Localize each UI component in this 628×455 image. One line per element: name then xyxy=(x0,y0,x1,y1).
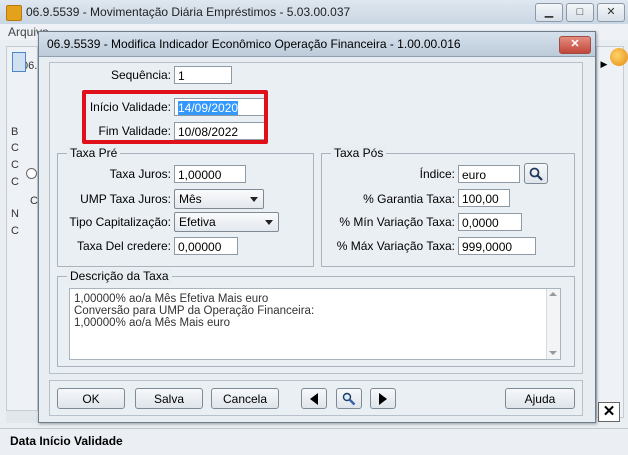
arrow-right-icon xyxy=(379,393,387,405)
garantia-taxa-field[interactable]: 100,00 xyxy=(458,189,510,207)
tipo-capitalizacao-label: Tipo Capitalização: xyxy=(69,215,171,229)
garantia-taxa-label: % Garantia Taxa: xyxy=(363,192,455,206)
max-variacao-taxa-field[interactable]: 999,0000 xyxy=(458,237,536,255)
main-window-titlebar: 06.9.5539 - Movimentação Diária Emprésti… xyxy=(0,0,628,25)
bg-radio-icon xyxy=(26,168,37,179)
taxa-pos-title: Taxa Pós xyxy=(331,146,387,160)
ok-button[interactable]: OK xyxy=(57,388,125,409)
scroll-down-icon[interactable] xyxy=(549,351,557,355)
main-window-title: 06.9.5539 - Movimentação Diária Emprésti… xyxy=(26,5,351,19)
bg-letter: C xyxy=(11,225,19,237)
bg-letter: C xyxy=(30,195,38,207)
bg-letter: C xyxy=(11,142,19,154)
ump-taxa-juros-label: UMP Taxa Juros: xyxy=(80,192,171,206)
min-variacao-taxa-label: % Mín Variação Taxa: xyxy=(339,215,455,229)
taxa-del-credere-label: Taxa Del credere: xyxy=(76,239,171,253)
bg-letter: B xyxy=(11,126,19,138)
search-icon xyxy=(529,167,543,181)
ump-taxa-juros-value: Mês xyxy=(179,192,202,206)
status-text: Data Início Validade xyxy=(10,434,123,448)
sequencia-field[interactable]: 1 xyxy=(174,66,232,84)
bg-close-x-icon[interactable]: ✕ xyxy=(598,402,620,422)
ump-taxa-juros-select[interactable]: Mês xyxy=(174,189,264,209)
app-logo-icon xyxy=(610,48,628,66)
dialog-title: 06.9.5539 - Modifica Indicador Econômico… xyxy=(47,37,461,51)
tipo-capitalizacao-select[interactable]: Efetiva xyxy=(174,212,279,232)
descricao-line: 1,00000% ao/a Mês Mais euro xyxy=(74,317,230,329)
arrow-left-icon xyxy=(310,393,318,405)
scroll-up-icon[interactable] xyxy=(549,292,557,296)
min-variacao-taxa-field[interactable]: 0,0000 xyxy=(458,213,522,231)
minimize-icon[interactable]: ▁ xyxy=(535,3,563,22)
bg-scroll-arrow-icon[interactable]: ▶ xyxy=(598,58,610,70)
bg-letter: C xyxy=(11,176,19,188)
app-icon xyxy=(6,5,22,21)
maximize-icon[interactable]: □ xyxy=(566,3,594,22)
magnifier-tool-icon xyxy=(342,392,356,406)
chevron-down-icon xyxy=(265,220,273,225)
ajuda-button[interactable]: Ajuda xyxy=(505,388,575,409)
taxa-del-credere-field[interactable]: 0,00000 xyxy=(174,237,238,255)
salva-button[interactable]: Salva xyxy=(135,388,203,409)
indice-search-button[interactable] xyxy=(524,163,548,184)
bg-letter: N xyxy=(11,208,19,220)
dialog-close-button[interactable]: ✕ xyxy=(559,36,591,54)
previous-button[interactable] xyxy=(301,388,327,409)
max-variacao-taxa-label: % Máx Variação Taxa: xyxy=(336,239,455,253)
descricao-taxa-text[interactable]: 1,00000% ao/a Mês Efetiva Mais euro Conv… xyxy=(69,288,561,360)
indice-label: Índice: xyxy=(419,167,455,181)
bg-letter: C xyxy=(11,159,19,171)
taxa-juros-label: Taxa Juros: xyxy=(109,167,171,181)
taxa-juros-field[interactable]: 1,00000 xyxy=(174,165,246,183)
dialog-titlebar: 06.9.5539 - Modifica Indicador Econômico… xyxy=(39,32,595,57)
sequencia-label: Sequência: xyxy=(110,68,171,82)
next-button[interactable] xyxy=(370,388,396,409)
bg-right-panel xyxy=(596,46,624,418)
cancela-button[interactable]: Cancela xyxy=(211,388,279,409)
descricao-scrollbar[interactable] xyxy=(546,289,560,359)
validity-highlight-box xyxy=(82,90,268,144)
bg-fragment-icon xyxy=(12,52,26,72)
chevron-down-icon xyxy=(250,197,258,202)
zoom-button[interactable] xyxy=(336,388,362,409)
descricao-line: Conversão para UMP da Operação Financeir… xyxy=(74,305,315,317)
close-icon[interactable]: ✕ xyxy=(597,3,625,22)
indice-field[interactable]: euro xyxy=(458,165,520,183)
taxa-pre-title: Taxa Pré xyxy=(67,146,121,160)
descricao-line: 1,00000% ao/a Mês Efetiva Mais euro xyxy=(74,293,269,305)
tipo-capitalizacao-value: Efetiva xyxy=(179,215,216,229)
descricao-taxa-title: Descrição da Taxa xyxy=(67,269,172,283)
